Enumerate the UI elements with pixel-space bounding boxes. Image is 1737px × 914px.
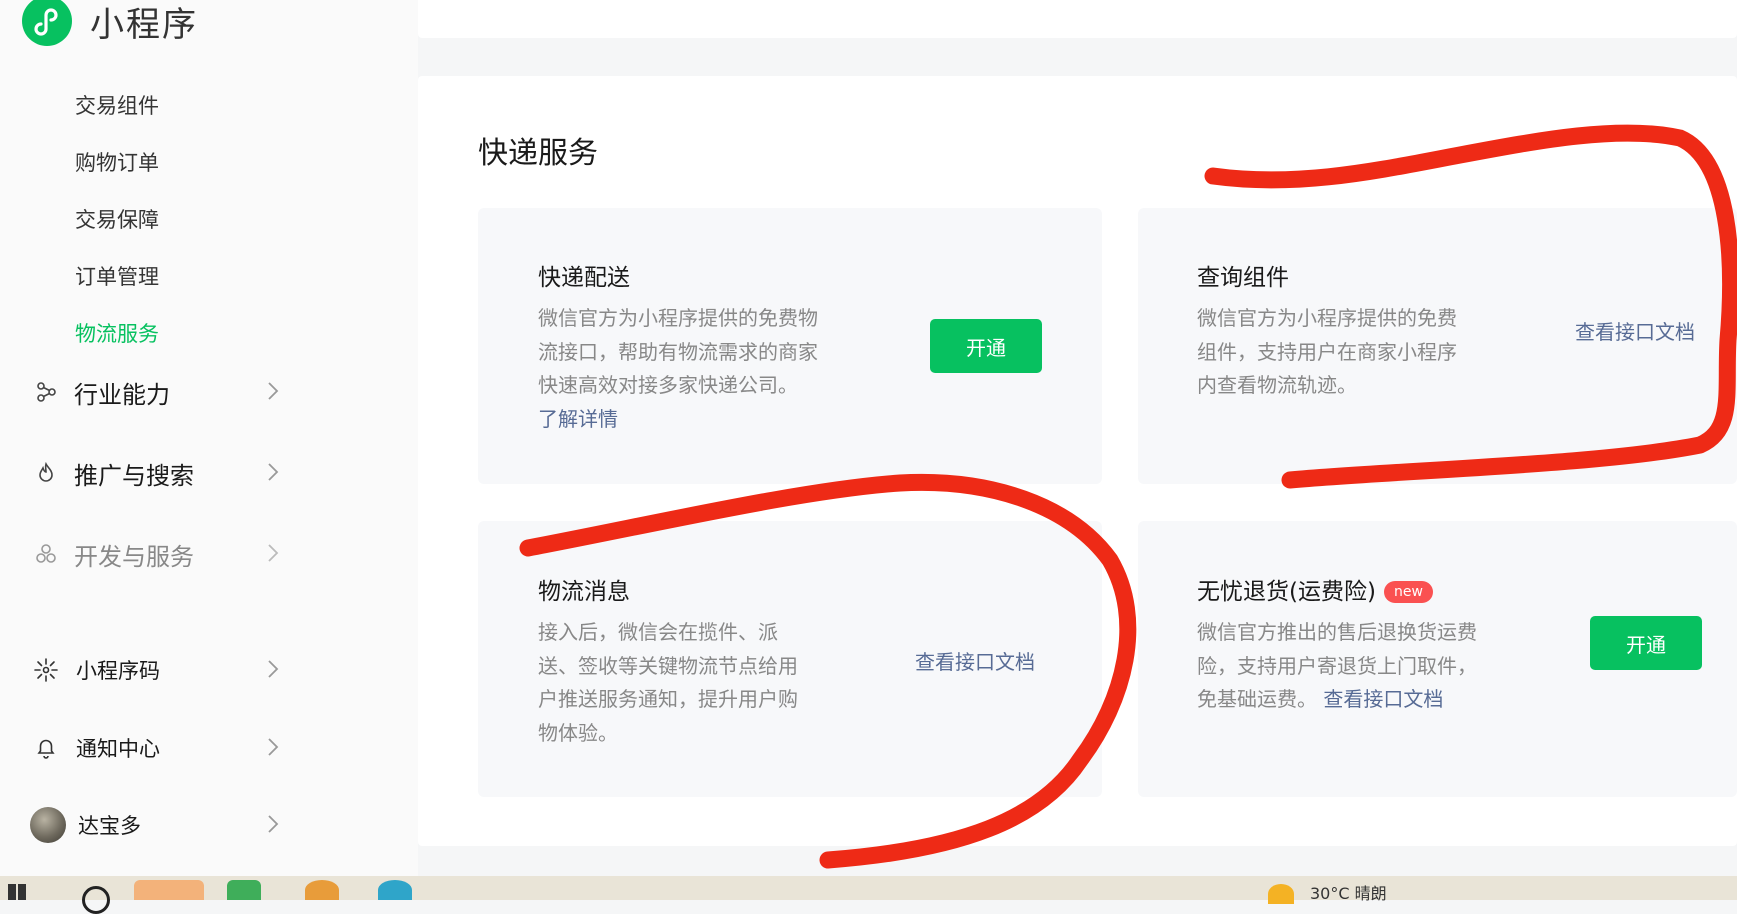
windows-start-icon[interactable] <box>8 884 26 900</box>
brand[interactable]: 小程序 <box>22 0 198 46</box>
card-description: 微信官方推出的售后退换货运费 险，支持用户寄退货上门取件， 免基础运费。 查看接… <box>1197 616 1477 717</box>
desc-line: 内查看物流轨迹。 <box>1197 373 1357 397</box>
card-title: 无忧退货(运费险) <box>1197 579 1376 605</box>
sidebar-item-label: 通知中心 <box>76 737 160 761</box>
chevron-right-icon <box>266 542 280 568</box>
sidebar-group-label: 行业能力 <box>74 380 170 409</box>
sidebar-group-industry[interactable]: 行业能力 <box>30 372 290 412</box>
sidebar-item-shopping-orders[interactable]: 购物订单 <box>75 147 159 177</box>
desc-line: 组件，支持用户在商家小程序 <box>1197 339 1457 364</box>
section-title: 快递服务 <box>478 136 598 171</box>
dev-service-icon <box>30 538 62 570</box>
chevron-right-icon <box>266 736 280 762</box>
flame-icon <box>30 457 62 489</box>
sidebar-group-label: 开发与服务 <box>74 542 194 571</box>
chevron-right-icon <box>266 380 280 406</box>
view-api-doc-link[interactable]: 查看接口文档 <box>1575 316 1695 345</box>
card-title-with-badge: 无忧退货(运费险) new <box>1197 572 1433 606</box>
desc-line: 送、签收等关键物流节点给用 <box>538 653 798 678</box>
sidebar-group-label: 推广与搜索 <box>74 461 194 490</box>
desc-line: 流接口，帮助有物流需求的商家 <box>538 339 818 364</box>
account-name: 达宝多 <box>78 814 141 838</box>
desc-line: 微信官方为小程序提供的免费物 <box>538 306 818 330</box>
brand-name: 小程序 <box>90 4 198 45</box>
card-title: 查询组件 <box>1197 265 1289 291</box>
chevron-right-icon <box>266 813 280 839</box>
card-description: 接入后，微信会在揽件、派 送、签收等关键物流节点给用 户推送服务通知，提升用户购… <box>538 616 798 750</box>
sidebar-item-account[interactable]: 达宝多 <box>30 805 290 845</box>
search-icon[interactable] <box>82 886 110 914</box>
top-panel <box>418 0 1737 38</box>
sidebar-item-notification-center[interactable]: 通知中心 <box>30 728 290 768</box>
card-title: 物流消息 <box>538 579 630 605</box>
enable-express-delivery-button[interactable]: 开通 <box>930 319 1042 373</box>
new-badge: new <box>1383 581 1433 603</box>
sidebar-group-dev-service[interactable]: 开发与服务 <box>30 534 290 574</box>
chevron-right-icon <box>266 658 280 684</box>
bell-icon <box>30 732 62 764</box>
card-description: 微信官方为小程序提供的免费 组件，支持用户在商家小程序 内查看物流轨迹。 <box>1197 302 1457 403</box>
sidebar-group-promotion-search[interactable]: 推广与搜索 <box>30 453 290 493</box>
view-api-doc-link[interactable]: 查看接口文档 <box>1323 687 1443 711</box>
card-title: 快递配送 <box>538 265 630 291</box>
industry-icon <box>30 376 62 408</box>
edge-browser-icon[interactable] <box>378 880 412 900</box>
desc-line: 险，支持用户寄退货上门取件， <box>1197 653 1477 678</box>
card-description: 微信官方为小程序提供的免费物 流接口，帮助有物流需求的商家 快速高效对接多家快递… <box>538 302 818 436</box>
sidebar: 小程序 交易组件 购物订单 交易保障 订单管理 物流服务 行业能力 推广与搜索 <box>0 0 418 876</box>
desc-line: 户推送服务通知，提升用户购 <box>538 687 798 711</box>
desc-line: 快速高效对接多家快递公司。 <box>538 373 798 397</box>
weather-text[interactable]: 30°C 晴朗 <box>1310 880 1387 904</box>
sidebar-item-label: 小程序码 <box>76 659 160 683</box>
desc-line: 物体验。 <box>538 720 618 745</box>
weather-icon <box>1268 884 1294 904</box>
desc-line: 微信官方推出的售后退换货运费 <box>1197 620 1477 644</box>
desc-line: 微信官方为小程序提供的免费 <box>1197 306 1457 330</box>
orange-app-icon[interactable] <box>305 880 339 900</box>
green-app-icon[interactable] <box>227 880 261 900</box>
taskbar: 30°C 晴朗 <box>0 876 1737 914</box>
desc-line: 免基础运费。 <box>1197 687 1317 711</box>
sidebar-item-qrcode[interactable]: 小程序码 <box>30 650 290 690</box>
mini-program-logo-icon <box>22 0 72 46</box>
desc-line-with-link: 免基础运费。 查看接口文档 <box>1197 683 1477 717</box>
sidebar-item-trade-guarantee[interactable]: 交易保障 <box>75 204 159 234</box>
sidebar-item-logistics-service[interactable]: 物流服务 <box>75 318 159 348</box>
sidebar-item-trade-component[interactable]: 交易组件 <box>75 90 159 120</box>
avatar <box>30 807 66 843</box>
qrcode-icon <box>30 654 62 686</box>
wechat-devtools-icon[interactable] <box>134 880 204 900</box>
enable-worry-free-returns-button[interactable]: 开通 <box>1590 616 1702 670</box>
view-api-doc-link[interactable]: 查看接口文档 <box>915 646 1035 675</box>
learn-more-link[interactable]: 了解详情 <box>538 403 818 437</box>
desc-line: 接入后，微信会在揽件、派 <box>538 620 778 644</box>
chevron-right-icon <box>266 461 280 487</box>
sidebar-item-order-management[interactable]: 订单管理 <box>75 261 159 291</box>
